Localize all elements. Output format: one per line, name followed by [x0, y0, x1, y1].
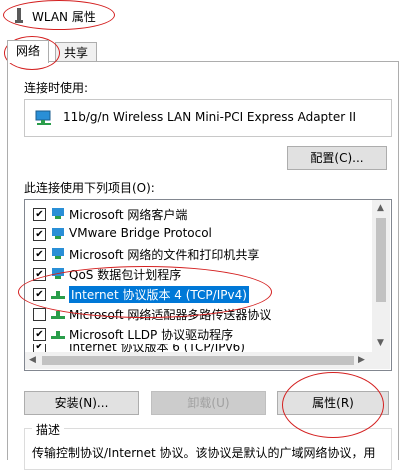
description-title: 描述 — [32, 421, 65, 438]
list-item[interactable]: ✔ Microsoft LLDP 协议驱动程序 — [25, 324, 371, 344]
network-service-icon — [52, 268, 64, 279]
protocol-icon — [51, 331, 65, 339]
item-label: Internet 协议版本 4 (TCP/IPv4) — [69, 286, 249, 303]
configure-button[interactable]: 配置(C)... — [287, 146, 387, 170]
item-label: QoS 数据包计划程序 — [69, 268, 182, 282]
checkbox[interactable]: ✔ — [33, 228, 46, 241]
items-label: 此连接使用下列项目(O): — [24, 181, 155, 195]
network-client-icon — [52, 208, 64, 219]
checkbox[interactable] — [33, 308, 46, 321]
item-label: Microsoft 网络客户端 — [69, 208, 188, 222]
item-label: Microsoft 网络的文件和打印机共享 — [69, 248, 260, 262]
components-list[interactable]: ✔ Microsoft 网络客户端 ✔ VMware Bridge Protoc… — [24, 199, 392, 371]
item-label: Microsoft 网络适配器多路传送器协议 — [69, 308, 272, 322]
list-item[interactable]: ✔ Internet 协议版本 6 (TCP/IPv6) — [25, 344, 371, 352]
item-label: VMware Bridge Protocol — [69, 226, 212, 240]
uninstall-button[interactable]: 卸载(U) — [151, 391, 266, 415]
scroll-up-icon[interactable]: ▲ — [377, 203, 384, 213]
install-button[interactable]: 安装(N)... — [24, 391, 139, 415]
scroll-down-icon[interactable]: ▼ — [377, 338, 384, 348]
window-title: WLAN 属性 — [32, 10, 96, 24]
horizontal-scroll-thumb[interactable] — [42, 356, 354, 365]
item-label: Microsoft LLDP 协议驱动程序 — [69, 328, 234, 342]
list-item[interactable]: ✔ QoS 数据包计划程序 — [25, 264, 371, 284]
list-item[interactable]: Microsoft 网络适配器多路传送器协议 — [25, 304, 371, 324]
checkbox[interactable]: ✔ — [33, 268, 46, 281]
protocol-icon — [51, 291, 65, 299]
checkbox[interactable]: ✔ — [33, 248, 46, 261]
description-text: 传输控制协议/Internet 协议。该协议是默认的广域网络协议，用 — [32, 446, 376, 460]
scroll-corner — [372, 352, 390, 369]
tab-sharing[interactable]: 共享 — [55, 42, 98, 63]
network-adapter-icon — [35, 110, 51, 125]
scroll-right-icon[interactable]: ▶ — [358, 355, 365, 365]
network-service-icon — [52, 248, 64, 259]
title-bar: WLAN 属性 — [0, 0, 405, 32]
wlan-icon — [15, 8, 23, 23]
list-item[interactable]: ✔ Microsoft 网络客户端 — [25, 204, 371, 224]
properties-button[interactable]: 属性(R) — [277, 391, 389, 415]
tab-network[interactable]: 网络 — [7, 40, 50, 63]
adapter-box: 11b/g/n Wireless LAN Mini-PCI Express Ad… — [24, 99, 392, 137]
protocol-icon — [51, 311, 65, 319]
list-item[interactable]: ✔ Internet 协议版本 4 (TCP/IPv4) — [25, 284, 371, 304]
network-service-icon — [52, 228, 64, 239]
checkbox[interactable]: ✔ — [33, 344, 46, 352]
connect-using-label: 连接时使用: — [24, 81, 89, 95]
adapter-name: 11b/g/n Wireless LAN Mini-PCI Express Ad… — [63, 110, 357, 124]
list-item[interactable]: ✔ VMware Bridge Protocol — [25, 224, 371, 244]
scroll-left-icon[interactable]: ◀ — [29, 355, 36, 365]
checkbox[interactable]: ✔ — [33, 328, 46, 341]
checkbox[interactable]: ✔ — [33, 208, 46, 221]
item-label: Internet 协议版本 6 (TCP/IPv6) — [69, 344, 245, 352]
list-item[interactable]: ✔ Microsoft 网络的文件和打印机共享 — [25, 244, 371, 264]
checkbox[interactable]: ✔ — [33, 288, 46, 301]
vertical-scroll-thumb[interactable] — [376, 218, 386, 302]
